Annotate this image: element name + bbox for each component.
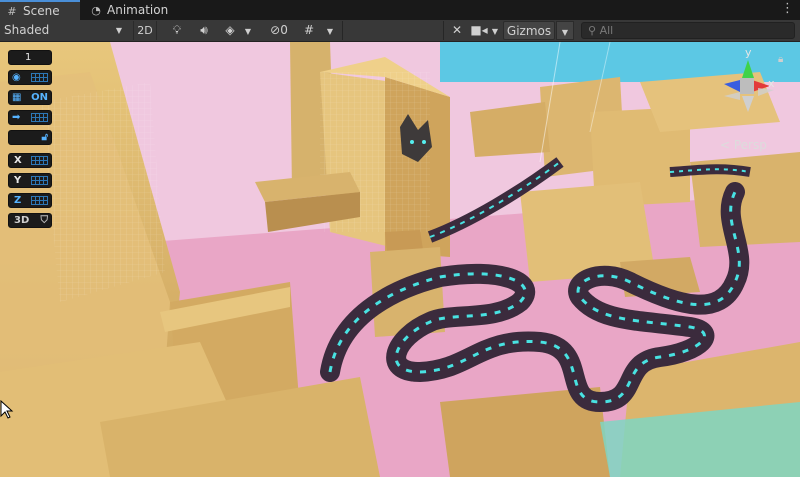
audio-toggle[interactable]: 🔊︎ (193, 21, 215, 40)
speaker-icon: 🔊︎ (200, 23, 208, 37)
grid-toggle[interactable]: # (298, 21, 320, 40)
tab-animation[interactable]: ◔ Animation (84, 0, 180, 20)
effects-dropdown[interactable]: ▼ (241, 21, 255, 40)
mode-3d-label: 3D (14, 215, 30, 226)
scene-render (0, 42, 800, 477)
scale-field[interactable]: 1 (8, 50, 52, 65)
axis-x-button[interactable]: X (8, 153, 52, 168)
arrow-right-icon: ➡ (12, 112, 21, 123)
axis-x-label: X (14, 155, 22, 166)
axis-y-label: Y (14, 175, 22, 186)
hash-grid-icon: # (7, 5, 17, 18)
toggle-state: ON (31, 92, 48, 103)
axis-z-label: Z (14, 195, 22, 206)
gizmo-y-label: y (745, 46, 752, 59)
mouse-cursor-icon (0, 400, 14, 419)
chevron-down-icon: ▼ (491, 27, 499, 36)
search-field[interactable]: ⚲ All (581, 22, 795, 39)
scene-viewport[interactable]: 1 ◉ ▦ ON ➡ 🔓︎ X Y Z 3D ⛉ y x 🔒︎ < Persp (0, 42, 800, 477)
chevron-down-icon: ▼ (244, 27, 252, 36)
grid-icon (31, 73, 48, 82)
grid-icon (31, 156, 48, 165)
effects-toggle[interactable]: ◈ (219, 21, 241, 40)
gizmos-button[interactable]: Gizmos (503, 21, 555, 40)
lighting-toggle[interactable]: 💡︎ (166, 21, 188, 40)
chevron-down-icon: ▼ (326, 27, 334, 36)
visibility-overlay-button[interactable]: ◉ (8, 70, 52, 85)
gizmo-x-label: x (768, 77, 775, 90)
projection-toggle[interactable]: < Persp (720, 138, 767, 152)
grid-icon: # (303, 23, 315, 37)
axis-y-button[interactable]: Y (8, 173, 52, 188)
grid-dropdown[interactable]: ▼ (322, 21, 338, 40)
move-overlay-button[interactable]: ➡ (8, 110, 52, 125)
layers-icon: ◈ (225, 23, 235, 37)
grid-icon (31, 196, 48, 205)
camera-icon: ■◂ (470, 23, 488, 37)
eye-icon: ◉ (12, 72, 21, 83)
grid-icon (31, 176, 48, 185)
eye-slash-icon: ⊘ (270, 23, 281, 37)
tab-scene-label: Scene (23, 4, 60, 18)
scene-visibility-toggle[interactable]: ⊘0 (262, 21, 296, 40)
draw-mode-dropdown[interactable]: Shaded ▼ (0, 21, 128, 40)
lock-icon[interactable]: 🔒︎ (778, 54, 783, 65)
more-options-icon[interactable]: ⋮ (781, 1, 794, 16)
grid-icon (31, 113, 48, 122)
hidden-count: 0 (280, 23, 288, 37)
camera-button[interactable]: ■◂ (468, 21, 490, 40)
shield-icon: ⛉ (40, 215, 49, 226)
search-placeholder: All (599, 24, 614, 37)
scale-value: 1 (25, 52, 32, 63)
camera-dropdown[interactable]: ▼ (488, 21, 502, 40)
chevron-down-icon: ▼ (115, 26, 122, 35)
tools-button[interactable]: ✕ (446, 21, 468, 40)
lock-overlay-button[interactable]: 🔓︎ (8, 130, 52, 145)
lock-icon: 🔓︎ (41, 132, 48, 143)
lightbulb-icon: 💡︎ (172, 23, 182, 37)
axis-z-button[interactable]: Z (8, 193, 52, 208)
tab-scene[interactable]: # Scene (0, 0, 80, 20)
chevron-down-icon: ▼ (561, 28, 569, 37)
mode-3d-button[interactable]: 3D ⛉ (8, 213, 52, 228)
grid-icon: ▦ (12, 92, 22, 103)
draw-mode-label: Shaded (4, 23, 50, 37)
snap-toggle-button[interactable]: ▦ ON (8, 90, 52, 105)
search-icon: ⚲ (588, 24, 597, 37)
mode-2d-toggle[interactable]: 2D (133, 21, 157, 40)
tab-bar: # Scene ◔ Animation ⋮ (0, 0, 800, 21)
wrench-cross-icon: ✕ (451, 23, 463, 37)
clock-icon: ◔ (91, 4, 101, 17)
gizmos-dropdown[interactable]: ▼ (556, 21, 574, 40)
scene-toolbar: Shaded ▼ 2D 💡︎ 🔊︎ ◈ ▼ ⊘0 # ▼ ✕ ■◂ ▼ Gizm… (0, 20, 800, 42)
tab-animation-label: Animation (107, 3, 169, 17)
